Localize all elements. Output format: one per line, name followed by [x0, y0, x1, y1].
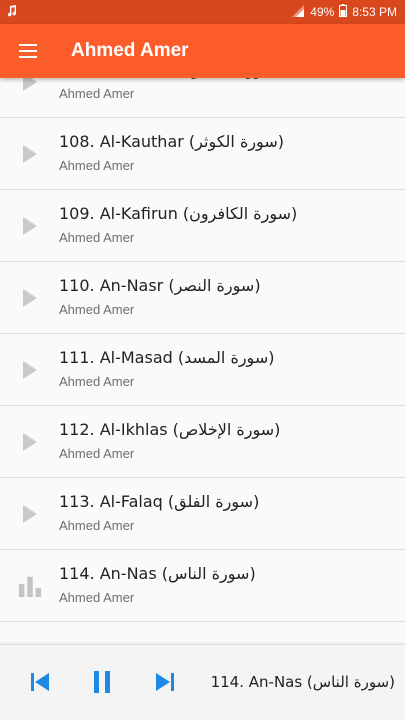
play-icon [18, 430, 42, 454]
now-playing-title: 114. An-Nas (سورة الناس) [210, 673, 395, 691]
play-icon [18, 214, 42, 238]
track-row[interactable]: 111. Al-Masad (سورة المسد) Ahmed Amer [0, 334, 405, 406]
track-title: 114. An-Nas (سورة الناس) [59, 564, 256, 583]
track-list[interactable]: 107. Al-Ma'un (سورة الماعون)Ahmed Amer10… [0, 78, 405, 644]
music-note-icon [6, 4, 18, 20]
player-bar: 114. An-Nas (سورة الناس) [0, 644, 405, 720]
track-artist: Ahmed Amer [59, 446, 135, 461]
track-artist: Ahmed Amer [59, 518, 135, 533]
skip-next-icon[interactable] [150, 667, 180, 697]
track-artist: Ahmed Amer [59, 86, 135, 101]
track-title: 107. Al-Ma'un (سورة الماعون) [59, 78, 283, 79]
track-artist: Ahmed Amer [59, 590, 135, 605]
play-icon [18, 142, 42, 166]
status-time: 8:53 PM [352, 5, 397, 19]
battery-icon [339, 4, 348, 20]
status-right: 49% 8:53 PM [291, 4, 397, 20]
page-title: Ahmed Amer [71, 40, 189, 61]
track-title: 113. Al-Falaq (سورة الفلق) [59, 492, 260, 511]
track-row[interactable]: 109. Al-Kafirun (سورة الكافرون) Ahmed Ame… [0, 190, 405, 262]
track-row[interactable]: 113. Al-Falaq (سورة الفلق) Ahmed Amer [0, 478, 405, 550]
app-toolbar: Ahmed Amer [0, 24, 405, 78]
hamburger-menu-icon[interactable] [0, 24, 56, 78]
track-artist: Ahmed Amer [59, 158, 135, 173]
track-title: 112. Al-Ikhlas (سورة الإخلاص) [59, 420, 281, 439]
track-title: 108. Al-Kauthar (سورة الكوثر) [59, 132, 284, 151]
track-title: 111. Al-Masad (سورة المسد) [59, 348, 275, 367]
battery-percent: 49% [310, 5, 335, 19]
equalizer-icon [18, 574, 42, 598]
status-bar: 49% 8:53 PM [0, 0, 405, 24]
track-row[interactable]: 114. An-Nas (سورة الناس) Ahmed Amer [0, 550, 405, 622]
play-icon [18, 286, 42, 310]
track-title: 110. An-Nasr (سورة النصر) [59, 276, 261, 295]
pause-icon[interactable] [87, 667, 117, 697]
track-row[interactable]: 108. Al-Kauthar (سورة الكوثر) Ahmed Amer [0, 118, 405, 190]
play-icon [18, 78, 42, 94]
track-artist: Ahmed Amer [59, 230, 135, 245]
track-row[interactable]: 110. An-Nasr (سورة النصر) Ahmed Amer [0, 262, 405, 334]
play-icon [18, 502, 42, 526]
track-title: 109. Al-Kafirun (سورة الكافرون) [59, 204, 298, 223]
play-icon [18, 358, 42, 382]
track-row[interactable]: 107. Al-Ma'un (سورة الماعون) Ahmed Amer [0, 78, 405, 118]
track-row[interactable]: 112. Al-Ikhlas (سورة الإخلاص) Ahmed Amer [0, 406, 405, 478]
skip-previous-icon[interactable] [25, 667, 55, 697]
signal-icon [291, 4, 305, 20]
track-artist: Ahmed Amer [59, 374, 135, 389]
track-artist: Ahmed Amer [59, 302, 135, 317]
